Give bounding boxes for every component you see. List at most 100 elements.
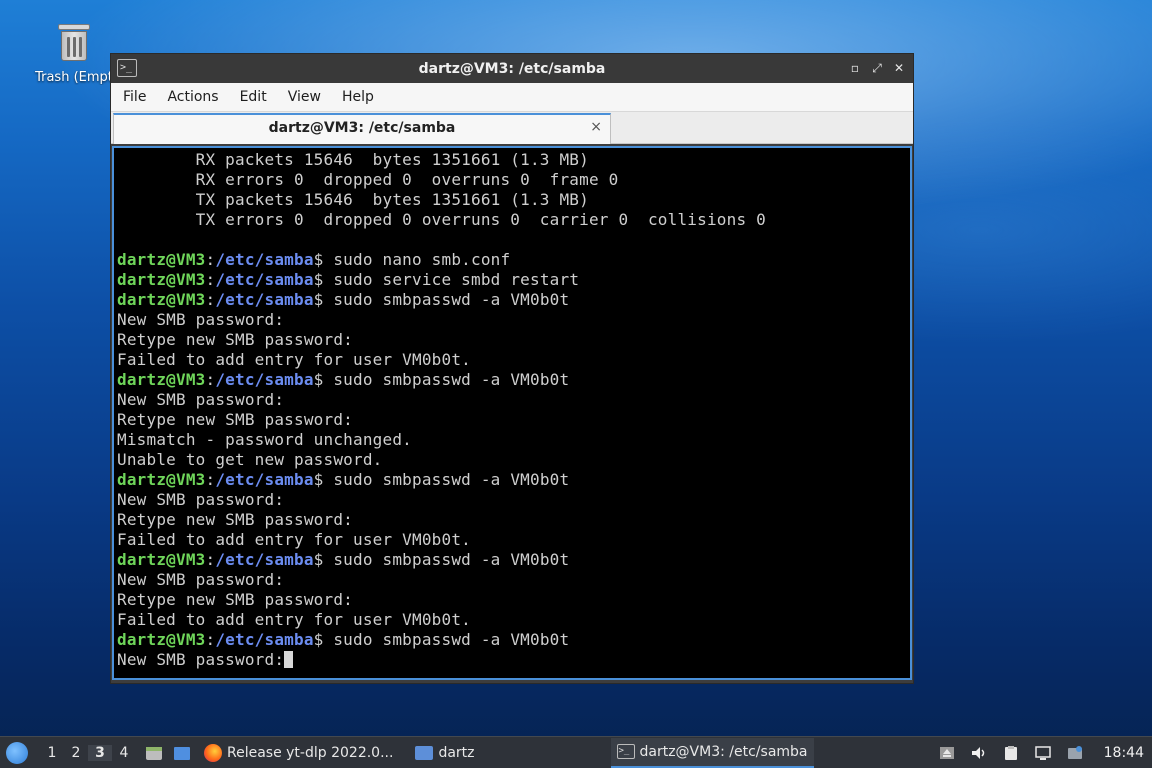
prompt-symbol: $ [313, 290, 324, 309]
workspace-switcher: 1 2 3 4 [40, 744, 136, 761]
terminal-output-line: RX packets 15646 bytes 1351661 (1.3 MB) [117, 150, 910, 170]
file-manager-launcher-icon[interactable] [144, 744, 164, 762]
workspace-2[interactable]: 2 [64, 745, 88, 761]
system-tray: 18:44 [938, 737, 1152, 768]
window-titlebar[interactable]: >_ dartz@VM3: /etc/samba ▫ ⤢ ✕ [111, 54, 913, 83]
tab-bar: dartz@VM3: /etc/samba × [111, 112, 913, 144]
workspace-3[interactable]: 3 [88, 744, 112, 761]
eject-icon[interactable] [938, 745, 956, 761]
terminal-output-line: Retype new SMB password: [117, 510, 910, 530]
terminal-output[interactable]: RX packets 15646 bytes 1351661 (1.3 MB) … [112, 146, 912, 680]
output-text: Retype new SMB password: [117, 590, 353, 609]
clock[interactable]: 18:44 [1104, 745, 1144, 761]
terminal-output-line: New SMB password: [117, 650, 910, 670]
tab-terminal[interactable]: dartz@VM3: /etc/samba × [113, 113, 611, 144]
prompt-separator: : [205, 370, 216, 389]
text-cursor [284, 651, 294, 668]
prompt-path: /etc/samba [215, 550, 314, 569]
network-icon[interactable] [1034, 745, 1052, 761]
terminal-output-line: Failed to add entry for user VM0b0t. [117, 530, 910, 550]
tab-close-icon[interactable]: × [590, 119, 602, 135]
close-button[interactable]: ✕ [891, 59, 907, 77]
taskbar: 1 2 3 4 Release yt-dlp 2022.0... dartz >… [0, 736, 1152, 768]
prompt-path: /etc/samba [215, 470, 314, 489]
terminal-output-line: Unable to get new password. [117, 450, 910, 470]
terminal-output-line: RX errors 0 dropped 0 overruns 0 frame 0 [117, 170, 910, 190]
prompt-user: dartz@VM3 [117, 550, 206, 569]
terminal-icon: >_ [616, 744, 635, 759]
prompt-separator: : [205, 630, 216, 649]
terminal-output-line: TX packets 15646 bytes 1351661 (1.3 MB) [117, 190, 910, 210]
terminal-output-line: Retype new SMB password: [117, 410, 910, 430]
prompt-user: dartz@VM3 [117, 270, 206, 289]
output-text: Unable to get new password. [117, 450, 383, 469]
prompt-user: dartz@VM3 [117, 470, 206, 489]
terminal-output-line: Retype new SMB password: [117, 590, 910, 610]
start-menu-icon[interactable] [6, 741, 28, 764]
task-terminal[interactable]: >_ dartz@VM3: /etc/samba [610, 737, 814, 768]
terminal-output-line: New SMB password: [117, 310, 910, 330]
prompt-symbol: $ [313, 550, 324, 569]
clipboard-icon[interactable] [1002, 745, 1020, 761]
menubar: File Actions Edit View Help [111, 83, 913, 112]
output-text: RX packets 15646 bytes 1351661 (1.3 MB) [117, 150, 589, 169]
volume-icon[interactable] [970, 745, 988, 761]
maximize-button[interactable]: ⤢ [869, 59, 885, 77]
terminal-command-line: dartz@VM3:/etc/samba$ sudo smbpasswd -a … [117, 290, 910, 310]
command-text: sudo nano smb.conf [323, 250, 511, 269]
prompt-symbol: $ [313, 370, 324, 389]
output-text: Retype new SMB password: [117, 330, 353, 349]
terminal-command-line: dartz@VM3:/etc/samba$ sudo smbpasswd -a … [117, 630, 910, 650]
tab-label: dartz@VM3: /etc/samba [268, 120, 456, 136]
terminal-output-line: New SMB password: [117, 390, 910, 410]
task-label: Release yt-dlp 2022.0... [227, 744, 394, 761]
output-text: Failed to add entry for user VM0b0t. [117, 530, 471, 549]
prompt-symbol: $ [313, 270, 324, 289]
output-text: TX packets 15646 bytes 1351661 (1.3 MB) [117, 190, 589, 209]
terminal-command-line: dartz@VM3:/etc/samba$ sudo smbpasswd -a … [117, 370, 910, 390]
prompt-user: dartz@VM3 [117, 630, 206, 649]
terminal-command-line: dartz@VM3:/etc/samba$ sudo smbpasswd -a … [117, 550, 910, 570]
task-label: dartz [438, 744, 475, 761]
prompt-separator: : [205, 470, 216, 489]
prompt-user: dartz@VM3 [117, 370, 206, 389]
workspace-4[interactable]: 4 [112, 745, 136, 761]
terminal-window: >_ dartz@VM3: /etc/samba ▫ ⤢ ✕ File Acti… [110, 53, 914, 684]
terminal-output-line: Failed to add entry for user VM0b0t. [117, 610, 910, 630]
prompt-path: /etc/samba [215, 270, 314, 289]
prompt-separator: : [205, 290, 216, 309]
menu-help[interactable]: Help [342, 89, 385, 105]
task-file-manager[interactable]: dartz [409, 738, 480, 768]
output-text: Failed to add entry for user VM0b0t. [117, 610, 471, 629]
terminal-output-line: TX errors 0 dropped 0 overruns 0 carrier… [117, 210, 910, 230]
command-text: sudo smbpasswd -a VM0b0t [323, 470, 570, 489]
task-label: dartz@VM3: /etc/samba [639, 743, 808, 760]
menu-view[interactable]: View [288, 89, 332, 105]
output-text: Failed to add entry for user VM0b0t. [117, 350, 471, 369]
show-desktop-icon[interactable] [172, 744, 192, 762]
command-text: sudo smbpasswd -a VM0b0t [323, 550, 570, 569]
output-text: New SMB password: [117, 390, 285, 409]
workspace-1[interactable]: 1 [40, 745, 64, 761]
menu-edit[interactable]: Edit [240, 89, 278, 105]
output-text: New SMB password: [117, 310, 285, 329]
command-text: sudo service smbd restart [323, 270, 580, 289]
terminal-output-line: Mismatch - password unchanged. [117, 430, 910, 450]
terminal-output-line: New SMB password: [117, 490, 910, 510]
terminal-output-line: Failed to add entry for user VM0b0t. [117, 350, 910, 370]
terminal-output-line: Retype new SMB password: [117, 330, 910, 350]
output-text: Mismatch - password unchanged. [117, 430, 412, 449]
prompt-separator: : [205, 550, 216, 569]
terminal-output-line: New SMB password: [117, 570, 910, 590]
task-firefox[interactable]: Release yt-dlp 2022.0... [198, 738, 399, 768]
prompt-symbol: $ [313, 250, 324, 269]
minimize-button[interactable]: ▫ [847, 59, 863, 77]
prompt-path: /etc/samba [215, 370, 314, 389]
output-text: New SMB password: [117, 570, 285, 589]
terminal-command-line: dartz@VM3:/etc/samba$ sudo nano smb.conf [117, 250, 910, 270]
terminal-command-line: dartz@VM3:/etc/samba$ sudo smbpasswd -a … [117, 470, 910, 490]
menu-actions[interactable]: Actions [167, 89, 229, 105]
updates-icon[interactable] [1066, 745, 1084, 761]
menu-file[interactable]: File [123, 89, 157, 105]
terminal-app-icon[interactable]: >_ [117, 59, 137, 77]
